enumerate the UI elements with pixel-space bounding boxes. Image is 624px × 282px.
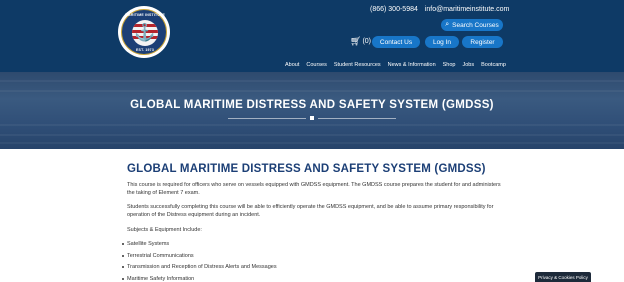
logo-ring: MARITIME INSTITUTE ⚓ EST. 1973 [121,9,167,55]
course-outcome: Students successfully completing this co… [127,204,494,218]
site-header: MARITIME INSTITUTE ⚓ EST. 1973 (866) 300… [0,0,624,72]
cart-count: (0) [362,38,371,45]
anchor-icon: ⚓ [134,23,156,42]
cart-link[interactable]: 🛒︎ (0) [350,36,371,47]
hero-divider-left [228,118,306,119]
register-button[interactable]: Register [462,36,503,48]
search-courses-button[interactable]: ⌕ Search Courses [441,19,503,31]
logo-top-text: MARITIME INSTITUTE [125,13,165,17]
nav-item-student-resources[interactable]: Student Resources [334,62,381,68]
nav-item-bootcamp[interactable]: Bootcamp [481,62,506,68]
list-item: Terrestrial Communications [122,252,427,264]
nav-item-shop[interactable]: Shop [443,62,456,68]
phone-link[interactable]: (866) 300-5984 [370,6,418,13]
privacy-cookies-policy-button[interactable]: Privacy & Cookies Policy [535,272,591,282]
nav-item-jobs[interactable]: Jobs [463,62,475,68]
cart-icon: 🛒︎ [350,36,362,46]
list-item: Transmission and Reception of Distress A… [122,263,427,275]
course-description: This course is required for officers who… [127,182,501,196]
hero-divider-right [318,118,396,119]
log-in-button[interactable]: Log In [425,36,459,48]
nav-item-about[interactable]: About [285,62,299,68]
hero-banner: GLOBAL MARITIME DISTRESS AND SAFETY SYST… [0,72,624,149]
logo-est-text: EST. 1973 [136,48,154,52]
nav-item-news-information[interactable]: News & Information [388,62,436,68]
email-link[interactable]: info@maritimeinstitute.com [425,6,510,13]
page-title: GLOBAL MARITIME DISTRESS AND SAFETY SYST… [127,163,486,175]
hero-divider-dot [310,116,314,120]
logo-flag-emblem: ⚓ [132,20,158,46]
maritime-institute-logo[interactable]: MARITIME INSTITUTE ⚓ EST. 1973 [118,6,170,58]
list-item: Maritime Safety Information [122,275,427,282]
subjects-heading: Subjects & Equipment Include: [127,227,202,233]
list-item: Satellite Systems [122,240,427,252]
subjects-list: Satellite Systems Terrestrial Communicat… [122,240,427,282]
search-courses-label: Search Courses [452,21,499,29]
hero-title: GLOBAL MARITIME DISTRESS AND SAFETY SYST… [130,99,494,111]
search-icon: ⌕ [445,21,450,28]
contact-us-button[interactable]: Contact Us [372,36,420,48]
contact-info: (866) 300-5984 info@maritimeinstitute.co… [370,6,509,13]
nav-item-courses[interactable]: Courses [306,62,326,68]
main-nav: About Courses Student Resources News & I… [285,62,506,68]
